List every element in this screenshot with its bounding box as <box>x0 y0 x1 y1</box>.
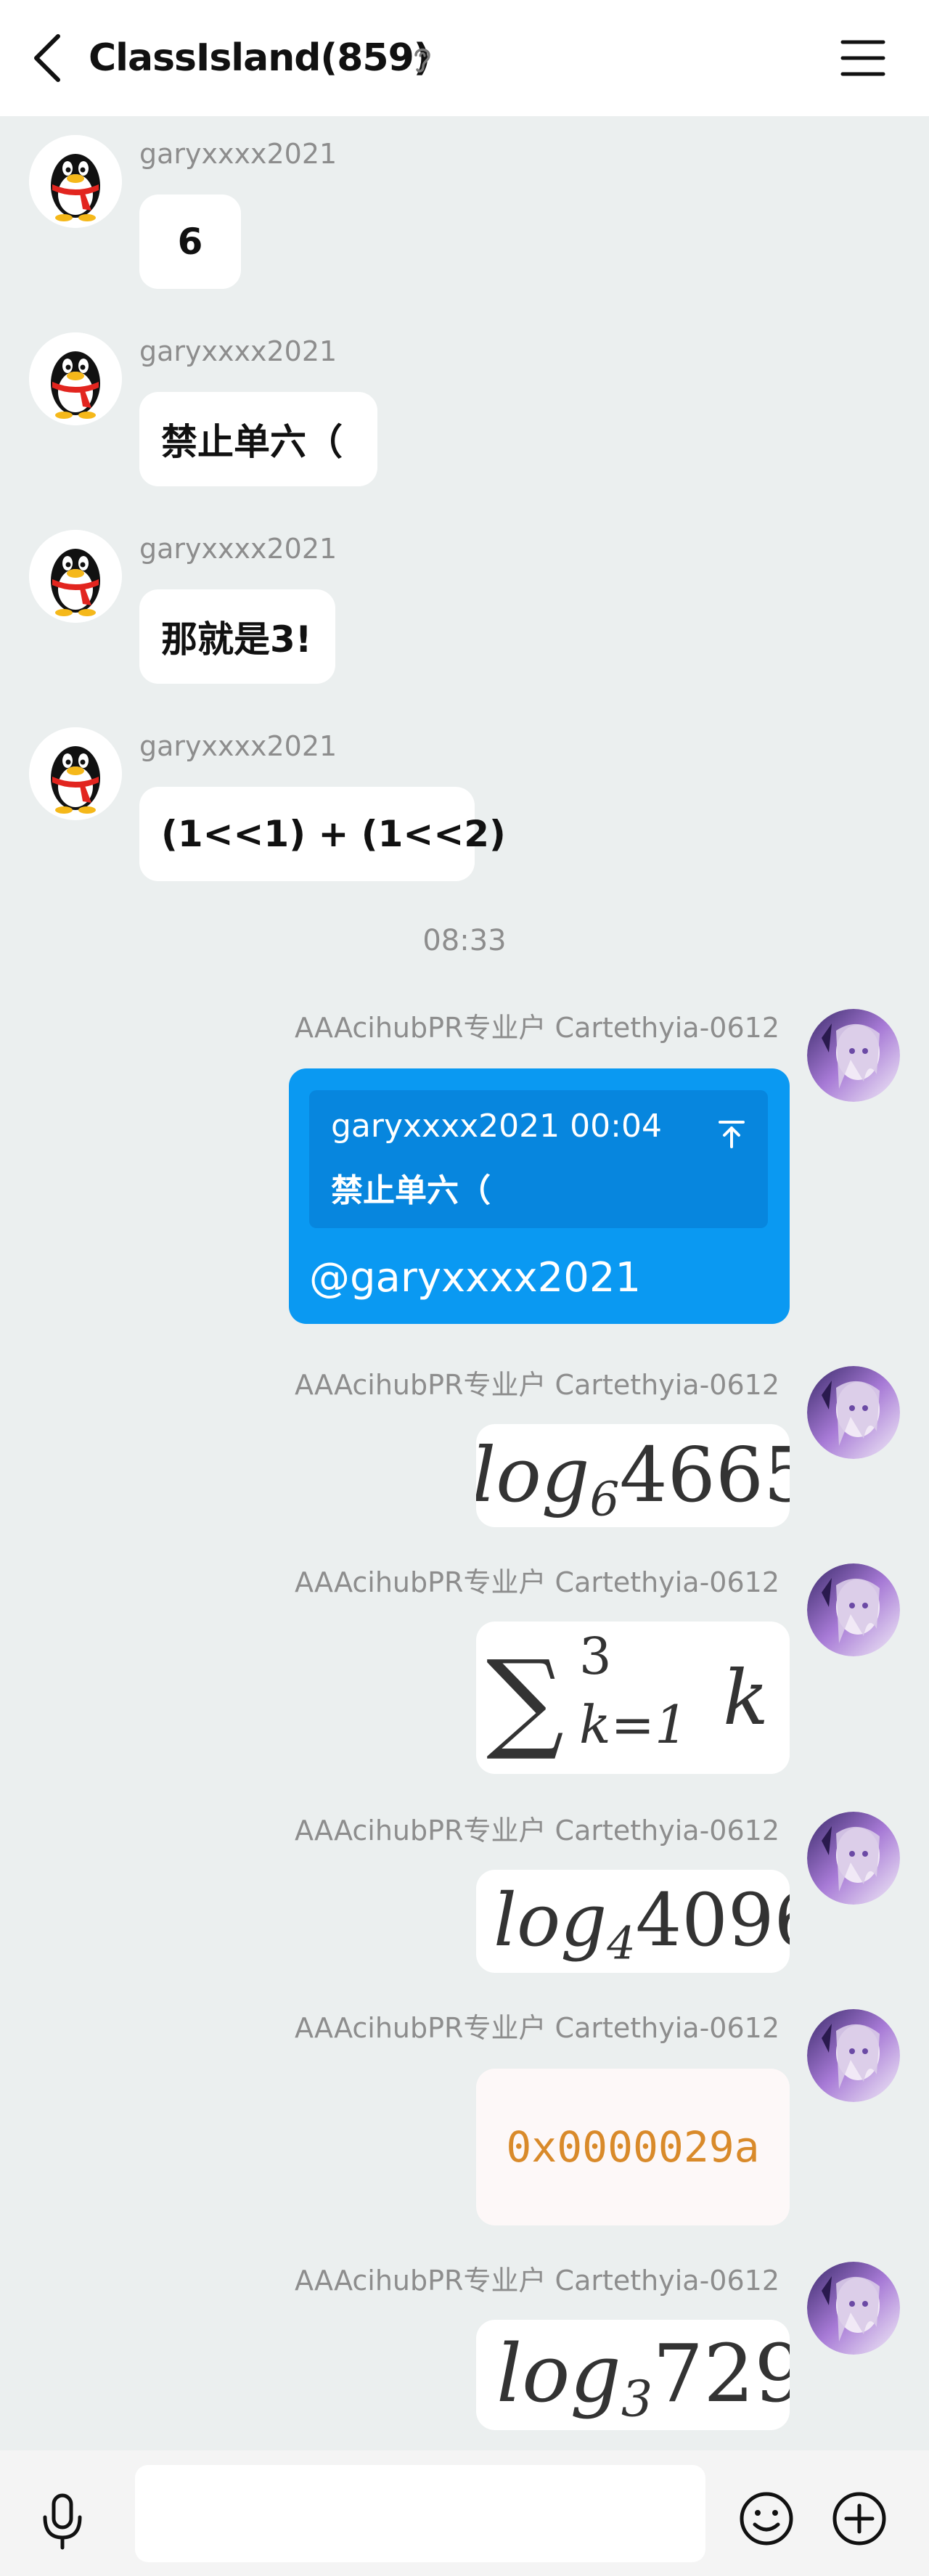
mic-icon[interactable] <box>41 2493 84 2551</box>
message-bubble[interactable]: (1<<1) + (1<<2) <box>139 787 506 881</box>
math-lower-limit: k=1 <box>579 1694 688 1755</box>
math-expression: log646656 <box>476 1433 790 1527</box>
sender-name: garyxxxx2021 <box>139 335 337 367</box>
ear-icon <box>414 48 430 73</box>
plus-icon[interactable] <box>830 2490 888 2548</box>
math-function: log <box>476 1431 590 1519</box>
math-message-bubble[interactable]: log3729 <box>476 2320 790 2430</box>
math-message-bubble[interactable]: log44096 <box>476 1870 790 1973</box>
math-function: log <box>494 1878 607 1963</box>
avatar[interactable] <box>29 530 122 623</box>
message-bubble[interactable]: 那就是3! <box>139 589 335 684</box>
avatar[interactable] <box>29 135 122 228</box>
quote-text: 禁止单六（ <box>331 1172 491 1209</box>
avatar[interactable] <box>29 727 122 820</box>
sender-name: garyxxxx2021 <box>139 138 337 170</box>
math-term: k <box>723 1653 769 1742</box>
avatar[interactable] <box>29 332 122 425</box>
math-message-bubble[interactable]: log646656 <box>476 1424 790 1527</box>
sender-name: AAAcihubPR专业户 Cartethyia-0612 <box>294 2265 779 2297</box>
hex-text: 0x0000029a <box>506 2122 760 2172</box>
message-bubble[interactable]: 0x0000029a <box>476 2069 790 2225</box>
sender-name: AAAcihubPR专业户 Cartethyia-0612 <box>294 1566 779 1598</box>
message-text: 6 <box>177 221 203 263</box>
back-icon[interactable] <box>29 32 65 84</box>
emoji-icon[interactable] <box>737 2490 795 2548</box>
time-divider: 08:33 <box>422 924 507 957</box>
avatar[interactable] <box>807 1812 900 1905</box>
avatar[interactable] <box>807 1563 900 1656</box>
message-input[interactable] <box>135 2465 705 2562</box>
quote-header: garyxxxx2021 00:04 <box>331 1108 662 1145</box>
reply-message-bubble[interactable]: garyxxxx2021 00:04 禁止单六（ @garyxxxx2021 <box>289 1068 790 1324</box>
sender-name: AAAcihubPR专业户 Cartethyia-0612 <box>294 2012 779 2044</box>
sender-name: garyxxxx2021 <box>139 533 337 565</box>
mention-text[interactable]: @garyxxxx2021 <box>309 1254 641 1301</box>
quoted-message[interactable]: garyxxxx2021 00:04 禁止单六（ <box>309 1090 768 1228</box>
message-text: 禁止单六（ <box>161 421 343 463</box>
message-bubble[interactable]: 6 <box>139 195 241 289</box>
jump-to-icon[interactable] <box>716 1118 748 1150</box>
avatar[interactable] <box>807 1009 900 1102</box>
math-sum-symbol: ∑ <box>486 1637 565 1764</box>
sender-name: AAAcihubPR专业户 Cartethyia-0612 <box>294 1369 779 1401</box>
math-base: 4 <box>607 1916 636 1970</box>
avatar[interactable] <box>807 2262 900 2355</box>
math-argument: 46656 <box>619 1431 790 1519</box>
math-argument: 4096 <box>635 1878 790 1963</box>
avatar[interactable] <box>807 1366 900 1459</box>
math-message-bubble[interactable]: ∑ 3 k=1 k <box>476 1622 790 1774</box>
math-expression: log44096 <box>494 1878 790 1973</box>
sender-name: garyxxxx2021 <box>139 730 337 762</box>
menu-icon[interactable] <box>840 38 885 78</box>
chat-header: ClassIsland(859) <box>0 0 929 116</box>
chat-title[interactable]: ClassIsland(859) <box>89 33 431 83</box>
math-base: 6 <box>589 1472 620 1527</box>
input-bar <box>0 2450 929 2576</box>
sender-name: AAAcihubPR专业户 Cartethyia-0612 <box>294 1815 779 1847</box>
message-text: (1<<1) + (1<<2) <box>161 813 506 855</box>
math-expression: log3729 <box>496 2330 790 2430</box>
message-text: 那就是3! <box>161 618 312 661</box>
math-upper-limit: 3 <box>579 1627 612 1686</box>
math-base: 3 <box>621 2371 653 2429</box>
math-function: log <box>496 2327 621 2420</box>
message-bubble[interactable]: 禁止单六（ <box>139 392 377 486</box>
sender-name: AAAcihubPR专业户 Cartethyia-0612 <box>294 1012 779 1044</box>
avatar[interactable] <box>807 2009 900 2102</box>
math-argument: 729 <box>652 2327 790 2420</box>
